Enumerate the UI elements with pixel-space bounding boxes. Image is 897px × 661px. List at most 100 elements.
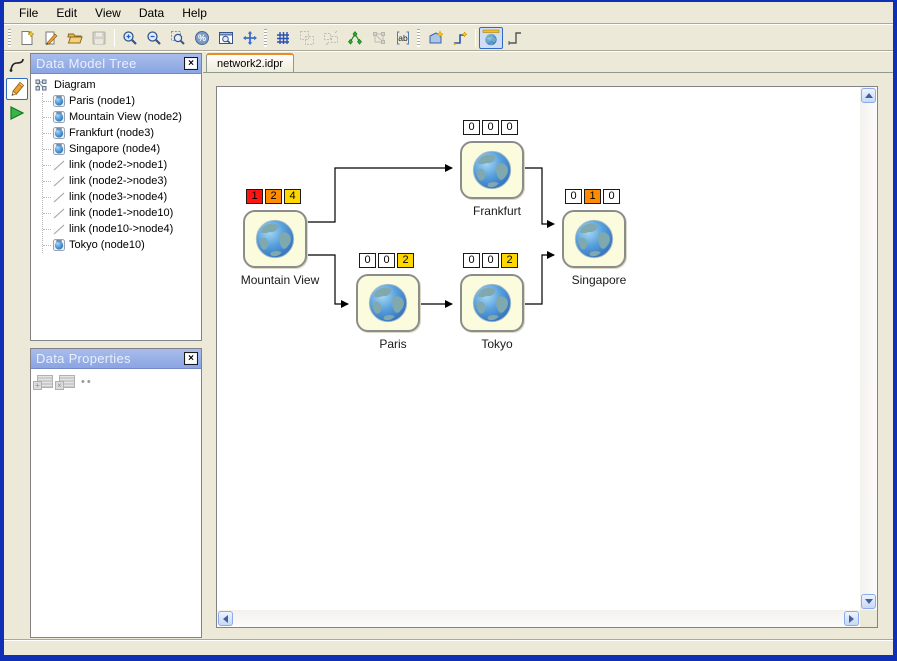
grid-toggle-button[interactable] <box>271 27 295 49</box>
globe-icon <box>469 280 515 326</box>
zoom-in-button[interactable] <box>118 27 142 49</box>
group-icon <box>299 30 315 46</box>
new-diagram-button[interactable] <box>15 27 39 49</box>
globe-icon <box>571 216 617 262</box>
toolbar-gripper[interactable] <box>264 29 269 47</box>
tree-item-link[interactable]: link (node1->node10) <box>43 205 199 221</box>
tree-item-node[interactable]: Mountain View (node2) <box>43 109 199 125</box>
add-property-button[interactable]: + <box>37 375 53 388</box>
open-file-button[interactable] <box>63 27 87 49</box>
tree-item-node[interactable]: Singapore (node4) <box>43 141 199 157</box>
node-frankfurt[interactable] <box>460 141 524 199</box>
data-model-tree-title: Data Model Tree <box>36 56 184 71</box>
badge: 0 <box>501 120 518 135</box>
ungroup-icon <box>323 30 339 46</box>
node-tokyo[interactable] <box>460 274 524 332</box>
ungroup-selection-button[interactable] <box>319 27 343 49</box>
zoom-area-button[interactable] <box>166 27 190 49</box>
node-mountain-view[interactable] <box>243 210 307 268</box>
new-node-button[interactable] <box>424 27 448 49</box>
tree-layout-icon <box>347 30 363 46</box>
toolbar-gripper[interactable] <box>8 29 13 47</box>
remove-property-button[interactable]: × <box>59 375 75 388</box>
zoom-out-icon <box>146 30 162 46</box>
scroll-right-button[interactable] <box>844 611 859 626</box>
save-file-button[interactable] <box>87 27 111 49</box>
badges-node10: 0 0 2 <box>463 253 518 268</box>
tab-label: network2.idpr <box>217 58 283 70</box>
new-link-button[interactable] <box>448 27 472 49</box>
data-properties-toolbar: + × •• <box>31 369 201 394</box>
menu-file[interactable]: File <box>10 3 47 23</box>
chevron-left-icon <box>223 615 228 623</box>
horizontal-scrollbar[interactable] <box>217 610 860 627</box>
run-process-button[interactable] <box>6 102 28 124</box>
new-node-icon <box>428 30 444 46</box>
link-node2-node3[interactable] <box>307 168 452 222</box>
plus-icon: + <box>33 381 42 390</box>
node-icon <box>53 239 65 251</box>
diagram-canvas[interactable]: 1 2 4 Mountain View 0 0 0 Frankfurt 0 0 <box>217 87 860 610</box>
chevron-right-icon <box>849 615 854 623</box>
tree-item-node[interactable]: Paris (node1) <box>43 93 199 109</box>
node-paris[interactable] <box>356 274 420 332</box>
zoom-percent-button[interactable]: % <box>190 27 214 49</box>
data-properties-header[interactable]: Data Properties × <box>31 349 201 369</box>
node-label: Tokyo <box>432 337 562 351</box>
stroke-tool-button[interactable] <box>6 54 28 76</box>
grid-icon <box>275 30 291 46</box>
scroll-up-button[interactable] <box>861 88 876 103</box>
close-icon[interactable]: × <box>184 352 198 365</box>
zoom-out-button[interactable] <box>142 27 166 49</box>
scroll-left-button[interactable] <box>218 611 233 626</box>
tree-layout-button[interactable] <box>343 27 367 49</box>
scroll-down-button[interactable] <box>861 594 876 609</box>
data-model-tree-header[interactable]: Data Model Tree × <box>31 54 201 74</box>
graph-layout-button[interactable] <box>367 27 391 49</box>
tree-item-link[interactable]: link (node10->node4) <box>43 221 199 237</box>
badge: 0 <box>565 189 582 204</box>
tree-item-diagram[interactable]: Diagram <box>35 77 199 93</box>
editor-tab-bar: network2.idpr <box>203 53 893 73</box>
menu-view[interactable]: View <box>86 3 130 23</box>
pan-arrows-icon <box>242 30 258 46</box>
node-icon <box>53 127 65 139</box>
close-icon[interactable]: × <box>184 57 198 70</box>
pencil-edit-tool-button[interactable] <box>6 78 28 100</box>
overview-window-button[interactable] <box>214 27 238 49</box>
globe-symbol-tool-button[interactable] <box>479 27 503 49</box>
group-selection-button[interactable] <box>295 27 319 49</box>
diagram-wizard-button[interactable] <box>39 27 63 49</box>
badge: 1 <box>246 189 263 204</box>
node-singapore[interactable] <box>562 210 626 268</box>
link-icon <box>53 159 65 171</box>
graph-layout-icon <box>371 30 387 46</box>
more-options-button[interactable]: •• <box>81 376 93 388</box>
svg-text:%: % <box>198 33 206 43</box>
data-properties-title: Data Properties <box>36 351 184 366</box>
tree-item-link[interactable]: link (node3->node4) <box>43 189 199 205</box>
toolbar-gripper[interactable] <box>417 29 422 47</box>
badge: 2 <box>397 253 414 268</box>
tree-item-node[interactable]: Tokyo (node10) <box>43 237 199 253</box>
menu-help[interactable]: Help <box>173 3 216 23</box>
badge: 0 <box>603 189 620 204</box>
pencil-icon <box>8 80 26 98</box>
badge: 0 <box>359 253 376 268</box>
separator <box>475 29 476 47</box>
tree-item-node[interactable]: Frankfurt (node3) <box>43 125 199 141</box>
menu-edit[interactable]: Edit <box>47 3 86 23</box>
tree-item-link[interactable]: link (node2->node3) <box>43 173 199 189</box>
menu-data[interactable]: Data <box>130 3 173 23</box>
tree-item-link[interactable]: link (node2->node1) <box>43 157 199 173</box>
link-creation-tool-button[interactable] <box>503 27 527 49</box>
tab-network2[interactable]: network2.idpr <box>206 53 294 72</box>
label-layout-button[interactable]: ab <box>391 27 415 49</box>
zoom-percent-icon: % <box>194 30 210 46</box>
pan-mode-button[interactable] <box>238 27 262 49</box>
palette-toolbar <box>4 52 30 639</box>
diagram-icon <box>35 79 47 91</box>
vertical-scrollbar[interactable] <box>860 87 877 610</box>
globe-tool-icon <box>482 29 500 47</box>
zoom-area-icon <box>170 30 186 46</box>
